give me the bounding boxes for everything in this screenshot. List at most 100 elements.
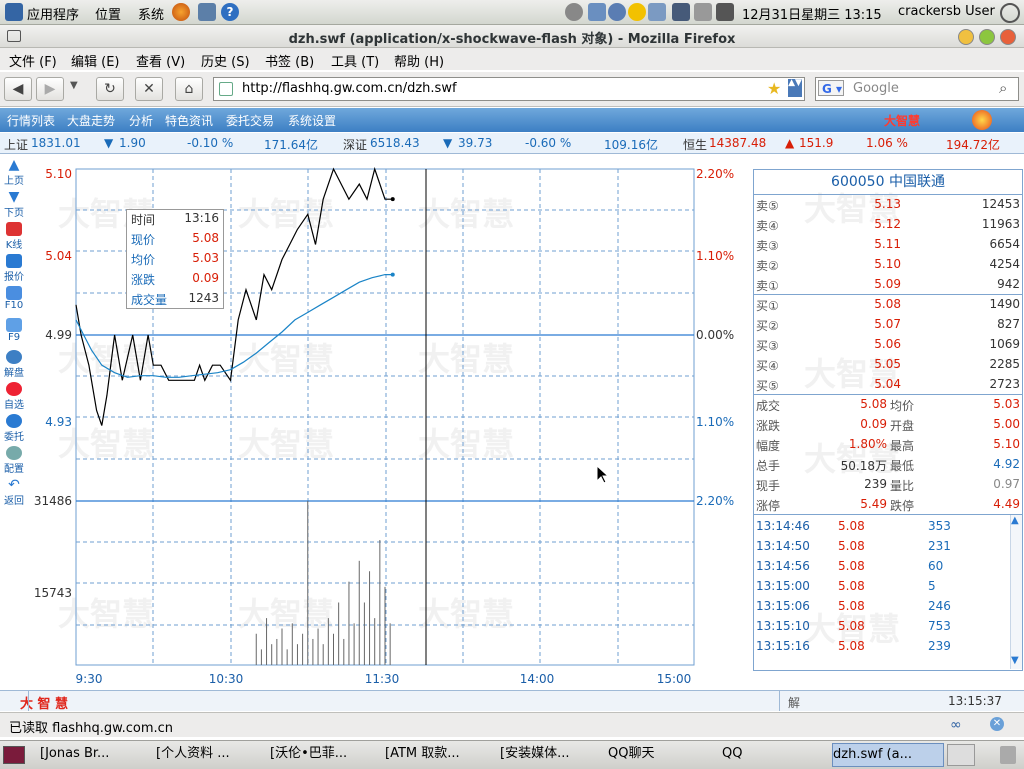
task-buffett[interactable]: [沃伦•巴菲... (270, 743, 385, 765)
url-text[interactable]: http://flashhq.gw.com.cn/dzh.swf (242, 81, 457, 96)
tick-price: 5.08 (838, 539, 865, 553)
menu-edit[interactable]: 编辑 (E) (71, 51, 120, 70)
task-profile[interactable]: [个人资料 ... (156, 743, 271, 765)
people-icon (6, 350, 22, 364)
watchlist-button[interactable]: 自选 (0, 382, 28, 411)
quote-button[interactable]: 报价 (0, 254, 28, 283)
ask-row: 卖① 5.09 942 (754, 274, 1022, 294)
search-input[interactable]: Google (853, 81, 899, 96)
app-menu-market-trend[interactable]: 大盘走势 (67, 112, 115, 129)
search-engine-icon[interactable]: G ▾ (818, 80, 844, 96)
user-menu[interactable]: crackersb User (898, 4, 995, 19)
bookmark-star-icon[interactable]: ★ (767, 79, 781, 98)
tick-list[interactable]: 13:14:46 5.08 353 13:14:50 5.08 231 13:14:56 5.… (754, 514, 1012, 670)
kline-button[interactable]: K线 (0, 222, 28, 251)
bid-label: 买③ (756, 339, 779, 353)
maximize-button[interactable] (979, 29, 995, 45)
tick-price: 5.08 (838, 599, 865, 613)
search-icon[interactable]: ⌕ (999, 79, 1007, 97)
config-button[interactable]: 配置 (0, 446, 28, 475)
task-jonas[interactable]: [Jonas Br... (40, 743, 160, 765)
printer-icon[interactable] (694, 3, 712, 21)
app-menu-quotes[interactable]: 行情列表 (7, 112, 55, 129)
pct-tick: 2.20% (696, 494, 734, 508)
minimize-button[interactable] (958, 29, 974, 45)
pct-tick: 1.10% (696, 249, 734, 263)
ticker-hs-value: 14387.48 (709, 136, 767, 150)
window-titlebar[interactable]: dzh.swf (application/x-shockwave-flash 对… (0, 25, 1024, 48)
system-menu[interactable]: 系统 (138, 4, 164, 23)
places-menu[interactable]: 位置 (95, 4, 121, 23)
mail-icon[interactable] (648, 3, 666, 21)
status-solve[interactable]: 解 (788, 694, 800, 711)
ticker-sz-change: 39.73 (458, 136, 493, 150)
menu-history[interactable]: 历史 (S) (201, 51, 250, 70)
bid-label: 买⑤ (756, 379, 779, 393)
stop-button[interactable]: ✕ (135, 77, 163, 101)
f10-button[interactable]: F10 (0, 286, 28, 311)
foot-icon[interactable] (5, 3, 23, 21)
tool-label: F10 (4, 300, 24, 311)
reload-button[interactable]: ↻ (96, 77, 124, 101)
history-dropdown-icon[interactable]: ▼ (70, 80, 78, 91)
scroll-up-icon[interactable]: ▲ (1011, 515, 1019, 526)
task-atm[interactable]: [ATM 取款... (385, 743, 495, 765)
ticker-sz-name[interactable]: 深证 (343, 136, 367, 153)
volume-tick: 31486 (34, 494, 72, 508)
qq-tray-icon[interactable] (628, 3, 646, 21)
tool-label: 报价 (4, 272, 24, 283)
entrust-button[interactable]: 委托 (0, 414, 28, 443)
f9-button[interactable]: F9 (0, 318, 28, 343)
tool-label: 下页 (4, 208, 24, 219)
menu-file[interactable]: 文件 (F) (9, 51, 57, 70)
task-qq-chat[interactable]: QQ聊天 (608, 743, 718, 765)
trash-icon[interactable] (1000, 746, 1016, 764)
music-icon[interactable] (588, 3, 606, 21)
network-icon[interactable] (608, 3, 626, 21)
menu-view[interactable]: 查看 (V) (136, 51, 185, 70)
ticker-sh-value: 1831.01 (31, 136, 81, 150)
menu-tools[interactable]: 工具 (T) (331, 51, 379, 70)
help-icon[interactable]: ? (221, 3, 239, 21)
tick-time: 13:14:56 (756, 559, 810, 573)
display-icon[interactable] (672, 3, 690, 21)
volume-icon[interactable] (716, 3, 734, 21)
ticker-hs-name[interactable]: 恒生 (683, 136, 707, 153)
ticker-sh-name[interactable]: 上证 (4, 136, 28, 153)
power-icon[interactable] (1000, 3, 1020, 23)
url-dropdown-icon[interactable]: ▲▼ (788, 79, 802, 97)
clock[interactable]: 12月31日星期三 13:15 (742, 4, 882, 23)
return-button[interactable]: ↶ 返回 (0, 478, 28, 507)
menu-help[interactable]: 帮助 (H) (394, 51, 444, 70)
close-button[interactable] (1000, 29, 1016, 45)
app-menu-trading[interactable]: 委托交易 (226, 112, 274, 129)
scroll-down-icon[interactable]: ▼ (1011, 655, 1019, 666)
tick-scrollbar[interactable]: ▲ ▼ (1010, 515, 1022, 669)
update-icon[interactable] (565, 3, 583, 21)
show-desktop-icon[interactable] (3, 746, 25, 764)
page-up-button[interactable]: ▲ 上页 (0, 158, 28, 187)
search-box[interactable]: G ▾ Google ⌕ (815, 77, 1019, 101)
url-bar[interactable]: http://flashhq.gw.com.cn/dzh.swf ★ ▲▼ (213, 77, 805, 101)
app-menu-news[interactable]: 特色资讯 (165, 112, 213, 129)
task-install-media[interactable]: [安装媒体... (500, 743, 605, 765)
page-down-button[interactable]: ▼ 下页 (0, 190, 28, 219)
quote-table-icon (6, 254, 22, 268)
applications-menu[interactable]: 应用程序 (27, 4, 79, 23)
status-close-icon[interactable]: ✕ (990, 717, 1004, 731)
firefox-launcher-icon[interactable] (172, 3, 190, 21)
tick-price: 5.08 (838, 519, 865, 533)
task-qq[interactable]: QQ (722, 743, 827, 765)
app-launcher-icon[interactable] (198, 3, 216, 21)
back-button[interactable]: ◀ (4, 77, 32, 101)
app-menu-analysis[interactable]: 分析 (129, 112, 153, 129)
arrow-down-icon: ▼ (8, 189, 20, 205)
addon-icon[interactable]: ∞ (950, 717, 962, 733)
workspace-switcher[interactable] (947, 744, 975, 766)
app-menu-settings[interactable]: 系统设置 (288, 112, 336, 129)
menu-bookmarks[interactable]: 书签 (B) (265, 51, 314, 70)
commentary-button[interactable]: 解盘 (0, 350, 28, 379)
home-button[interactable]: ⌂ (175, 77, 203, 101)
forward-button[interactable]: ▶ (36, 77, 64, 101)
task-firefox-dzh[interactable]: dzh.swf (a... (832, 743, 944, 767)
